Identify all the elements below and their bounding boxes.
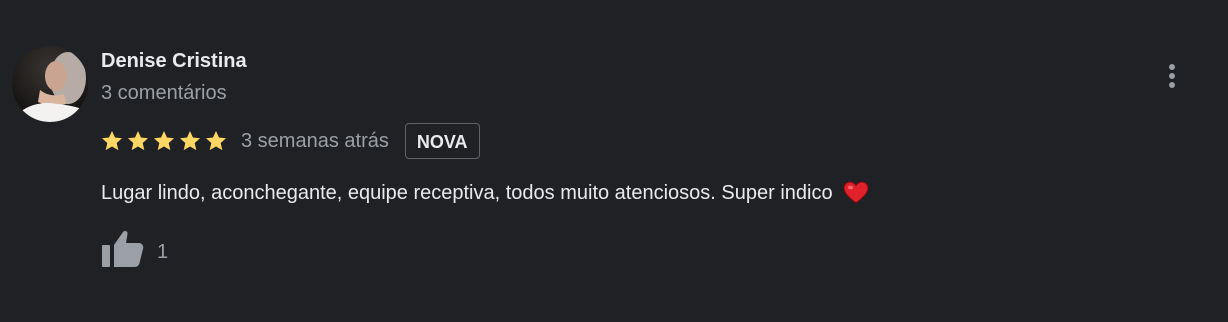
star-icon	[204, 130, 228, 152]
rating-row: 3 semanas atrás NOVA	[100, 122, 480, 160]
star-icon	[152, 130, 176, 152]
author-review-count[interactable]: 3 comentários	[101, 81, 227, 105]
like-row: 1	[101, 228, 168, 270]
author-name[interactable]: Denise Cristina	[101, 49, 247, 73]
star-icon	[100, 130, 124, 152]
new-badge: NOVA	[404, 123, 480, 159]
review-card: Denise Cristina 3 comentários 3 semanas …	[0, 0, 1228, 322]
star-rating	[100, 130, 230, 152]
more-options-button[interactable]	[1156, 60, 1188, 92]
heart-icon	[843, 181, 869, 205]
review-text-container: Lugar lindo, aconchegante, equipe recept…	[101, 180, 869, 206]
thumbs-up-icon	[102, 230, 144, 267]
author-avatar[interactable]	[12, 46, 88, 122]
like-count: 1	[157, 240, 169, 263]
star-icon	[178, 130, 202, 152]
review-text: Lugar lindo, aconchegante, equipe recept…	[101, 182, 833, 204]
like-button[interactable]	[101, 228, 145, 270]
review-date: 3 semanas atrás	[241, 129, 389, 152]
star-icon	[126, 130, 150, 152]
